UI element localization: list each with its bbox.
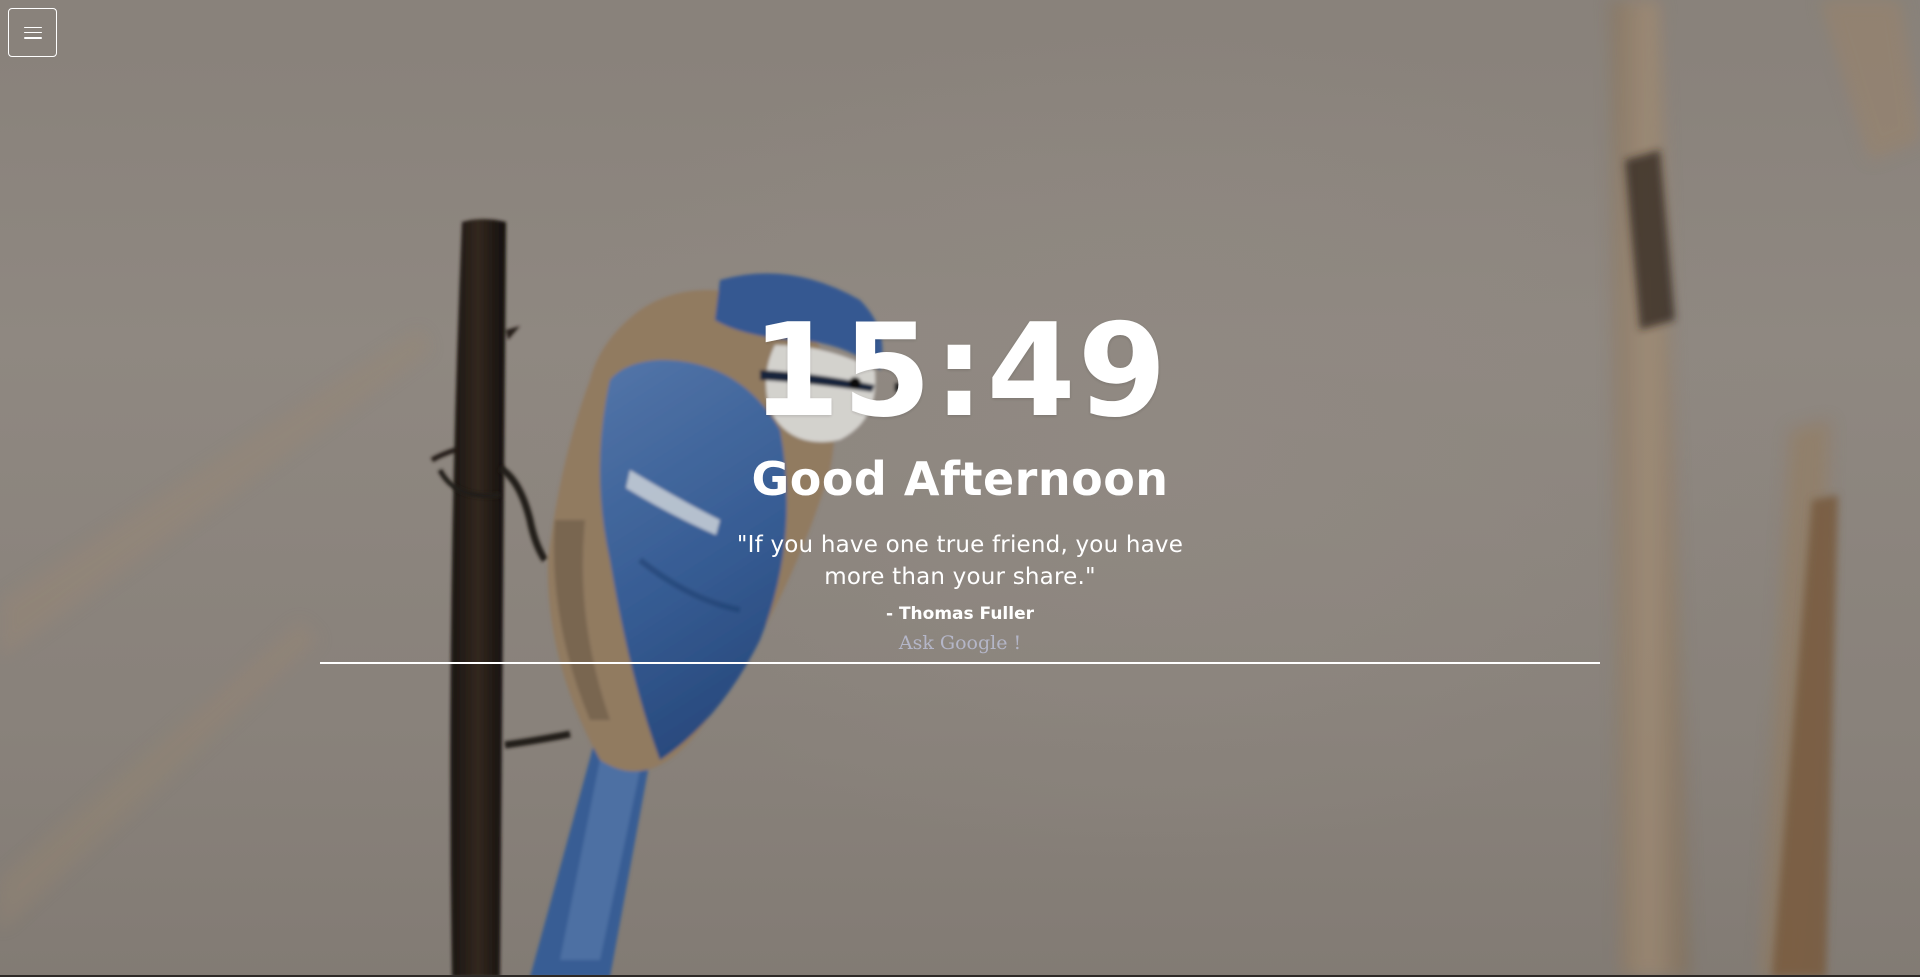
menu-button[interactable] xyxy=(8,8,57,57)
quote-text: "If you have one true friend, you have m… xyxy=(736,532,1184,590)
search-container xyxy=(320,628,1600,664)
hamburger-menu-icon xyxy=(23,26,42,39)
search-input[interactable] xyxy=(320,628,1600,664)
greeting-text: Good Afternoon xyxy=(751,452,1169,506)
quote-author: - Thomas Fuller xyxy=(885,604,1034,624)
clock-time: 15:49 xyxy=(751,297,1169,446)
dashboard-center: 15:49 Good Afternoon "If you have one tr… xyxy=(0,290,1920,625)
